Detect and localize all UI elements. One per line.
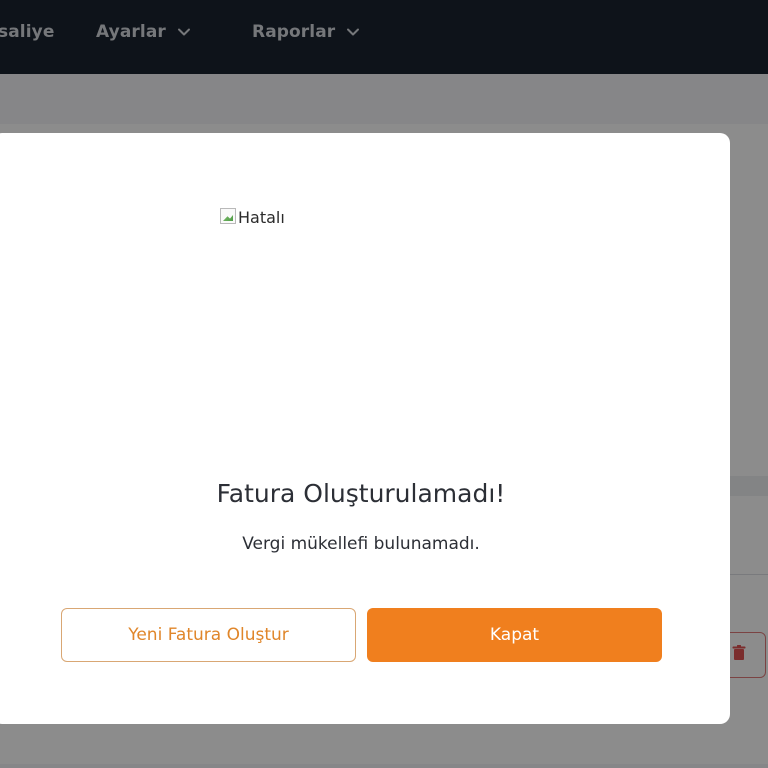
error-image-alt-text: Hatalı (238, 208, 285, 227)
modal-message: Vergi mükellefi bulunamadı. (242, 534, 480, 554)
broken-image-icon (220, 208, 236, 224)
error-modal: Hatalı Fatura Oluşturulamadı! Vergi müke… (0, 133, 730, 724)
close-button[interactable]: Kapat (367, 608, 662, 662)
error-image: Hatalı (220, 208, 285, 227)
new-invoice-button[interactable]: Yeni Fatura Oluştur (61, 608, 356, 662)
modal-title: Fatura Oluşturulamadı! (216, 479, 506, 508)
